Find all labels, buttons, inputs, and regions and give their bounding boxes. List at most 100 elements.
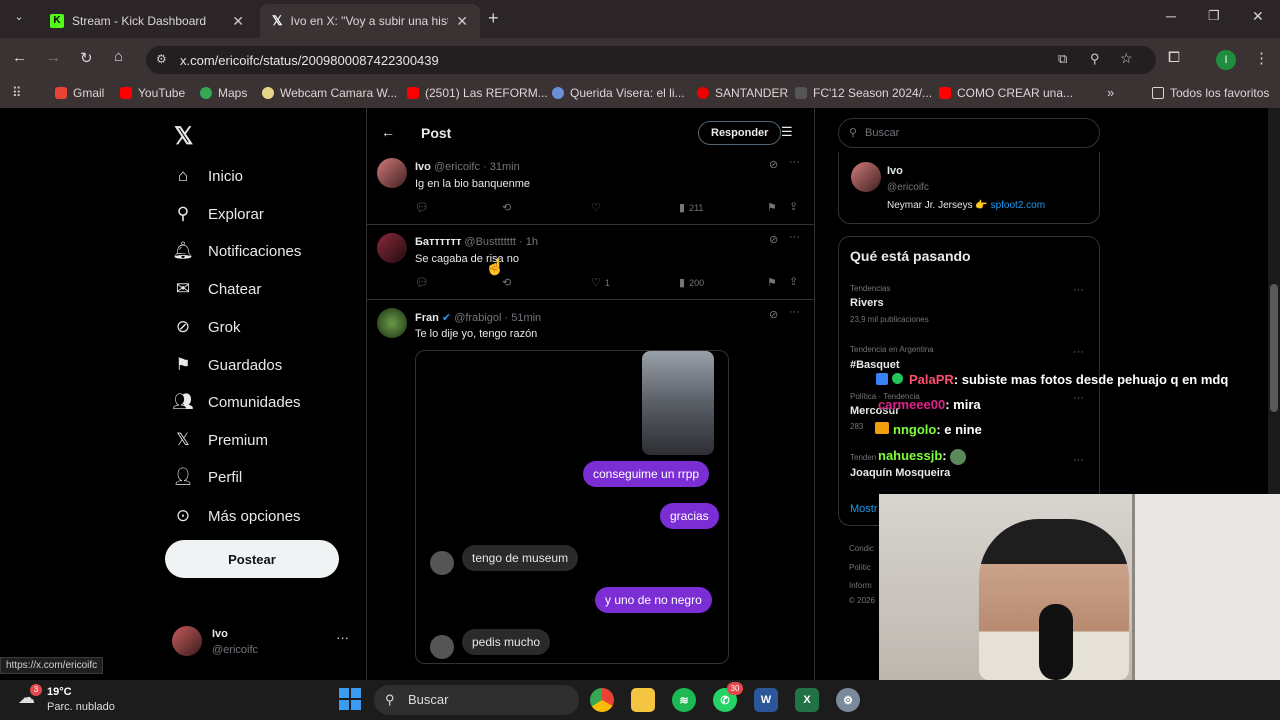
spotify-icon[interactable]: ≋	[672, 688, 696, 712]
tweet-media[interactable]: conseguime un rrpp gracias tengo de muse…	[415, 350, 729, 664]
extensions-icon[interactable]: ⧠	[1168, 49, 1180, 66]
reply-icon[interactable]: 💬︎	[415, 276, 429, 289]
sidebar-item-mas-opciones[interactable]: ⊙ Más opciones	[172, 506, 301, 526]
views-icon[interactable]: ▮ 200	[679, 276, 704, 289]
settings-icon[interactable]: ⚙	[836, 688, 860, 712]
more-icon[interactable]: ···	[1073, 346, 1084, 358]
more-icon[interactable]: ···	[1073, 454, 1084, 466]
grok-icon[interactable]: ⊘	[769, 308, 778, 321]
share-icon[interactable]: ⇪	[789, 200, 798, 213]
start-button[interactable]	[339, 688, 361, 710]
post-button[interactable]: Postear	[165, 540, 339, 578]
tweet[interactable]: Ivo @ericoifc · 31min Ig en la bio banqu…	[367, 150, 815, 225]
close-icon[interactable]: ✕	[232, 13, 244, 30]
sidebar-item-inicio[interactable]: ⌂ Inicio	[172, 166, 243, 186]
retweet-icon[interactable]: ⟲	[502, 276, 511, 289]
home-icon: ⌂	[177, 166, 189, 185]
x-logo-icon[interactable]: 𝕏	[174, 122, 193, 151]
like-icon[interactable]: ♡ 1	[591, 276, 610, 289]
tab-kick[interactable]: K Stream - Kick Dashboard ✕	[38, 4, 256, 38]
tweet[interactable]: Бaтттттт @Busttttttt · 1h Se cagaba de r…	[367, 225, 815, 300]
bookmark-maps[interactable]: Maps	[200, 86, 247, 100]
minimize-button[interactable]: ─	[1166, 8, 1176, 24]
trend-title[interactable]: #Basquet	[850, 359, 900, 371]
profile-link[interactable]: spfoot2.com	[991, 200, 1045, 211]
word-icon[interactable]: W	[754, 688, 778, 712]
tab-search-icon[interactable]: ⌄	[10, 10, 28, 28]
search-input[interactable]: ⚲ Buscar	[838, 118, 1100, 148]
menu-icon[interactable]: ⋮	[1254, 49, 1269, 67]
profile-avatar[interactable]: I	[1216, 50, 1236, 70]
trend-title[interactable]: Rivers	[850, 297, 884, 309]
more-icon[interactable]: ···	[789, 231, 800, 243]
weather-widget[interactable]: ☁ 3 19°C Parc. nublado	[18, 684, 128, 716]
more-icon[interactable]: ···	[336, 630, 349, 645]
bookmark-fc12[interactable]: FC'12 Season 2024/...	[795, 86, 932, 100]
home-icon[interactable]: ⌂	[114, 48, 123, 65]
grok-icon[interactable]: ⊘	[769, 233, 778, 246]
bookmark-santander[interactable]: SANTANDER	[697, 86, 788, 100]
chevron-right-icon[interactable]: »	[1107, 85, 1114, 100]
all-favorites[interactable]: Todos los favoritos	[1152, 86, 1269, 100]
zoom-icon[interactable]: ⚲	[1090, 51, 1100, 67]
tab-x[interactable]: 𝕏 Ivo en X: "Voy a subir una histo ✕	[260, 4, 480, 38]
maximize-button[interactable]: ❐	[1208, 8, 1220, 24]
more-icon[interactable]: ···	[1073, 392, 1084, 404]
bookmark-visera[interactable]: Querida Visera: el li...	[552, 86, 685, 100]
file-explorer-icon[interactable]	[631, 688, 655, 712]
forward-icon[interactable]: →	[46, 49, 61, 66]
bookmark-icon[interactable]: ⚑	[767, 276, 777, 289]
retweet-icon[interactable]: ⟲	[502, 201, 511, 214]
grok-icon[interactable]: ⊘	[769, 158, 778, 171]
tweet[interactable]: Fran ✔ @frabigol · 51min Te lo dije yo, …	[367, 300, 815, 680]
site-info-icon[interactable]: ⚙	[156, 52, 167, 66]
profile-card[interactable]: Ivo @ericoifc Neymar Jr. Jerseys 👉 spfoo…	[838, 152, 1100, 224]
trend-title[interactable]: Joaquín Mosqueira	[850, 467, 950, 479]
chrome-icon[interactable]	[590, 688, 614, 712]
stream-chat-message: nngolo: e nine	[893, 422, 982, 437]
settings-icon[interactable]: ☰	[781, 124, 793, 140]
excel-icon[interactable]: X	[795, 688, 819, 712]
reply-icon[interactable]: 💬︎	[415, 201, 429, 214]
chat-bubble: tengo de museum	[462, 545, 579, 571]
new-tab-button[interactable]: +	[488, 8, 499, 29]
account-switcher[interactable]: Ivo @ericoifc ···	[172, 624, 352, 660]
bookmark-webcam[interactable]: Webcam Camara W...	[262, 86, 397, 100]
sidebar-item-guardados[interactable]: ⚑ Guardados	[172, 355, 282, 375]
bookmark-como-crear[interactable]: COMO CREAR una...	[939, 86, 1073, 100]
bookmark-gmail[interactable]: Gmail	[55, 86, 104, 100]
install-icon[interactable]: ⧉	[1058, 51, 1067, 67]
scrollbar-thumb[interactable]	[1270, 284, 1278, 412]
taskbar-search[interactable]: ⚲ Buscar	[374, 685, 579, 715]
reload-icon[interactable]: ↻	[80, 49, 93, 67]
bookmark-reform[interactable]: (2501) Las REFORM...	[407, 86, 548, 100]
sidebar-item-grok[interactable]: ⊘ Grok	[172, 317, 241, 337]
more-icon[interactable]: ···	[789, 306, 800, 318]
views-icon[interactable]: ▮ 211	[679, 201, 703, 214]
apps-icon[interactable]: ⠿	[12, 85, 22, 101]
close-icon[interactable]: ✕	[456, 13, 468, 30]
back-icon[interactable]: ←	[12, 49, 27, 66]
sidebar-item-comunidades[interactable]: 👥︎ Comunidades	[172, 392, 300, 412]
sidebar-item-perfil[interactable]: 👤︎ Perfil	[172, 467, 242, 487]
footer-link[interactable]: Polític	[849, 563, 871, 572]
footer-link[interactable]: Condic	[849, 544, 874, 553]
like-icon[interactable]: ♡	[591, 201, 601, 214]
address-bar[interactable]: ⚙ x.com/ericoifc/status/2009800087422300…	[146, 46, 1156, 74]
bookmark-icon[interactable]: ⚑	[767, 201, 777, 214]
sidebar-item-premium[interactable]: 𝕏 Premium	[172, 430, 268, 450]
more-icon[interactable]: ···	[789, 156, 800, 168]
footer-link[interactable]: Inform	[849, 581, 872, 590]
show-more-link[interactable]: Mostr	[850, 503, 878, 515]
star-icon[interactable]: ☆	[1120, 50, 1133, 67]
sidebar-item-chatear[interactable]: ✉ Chatear	[172, 279, 262, 299]
sidebar-item-notificaciones[interactable]: 🔔︎ Notificaciones	[172, 241, 301, 261]
bookmark-youtube[interactable]: YouTube	[120, 86, 185, 100]
weather-text: Parc. nublado	[47, 701, 115, 713]
sidebar-item-explorar[interactable]: ⚲ Explorar	[172, 204, 264, 224]
back-icon[interactable]: ←	[381, 124, 395, 140]
share-icon[interactable]: ⇪	[789, 275, 798, 288]
reply-button[interactable]: Responder	[698, 121, 782, 145]
window-close-button[interactable]: ✕	[1252, 8, 1264, 25]
more-icon[interactable]: ···	[1073, 284, 1084, 296]
